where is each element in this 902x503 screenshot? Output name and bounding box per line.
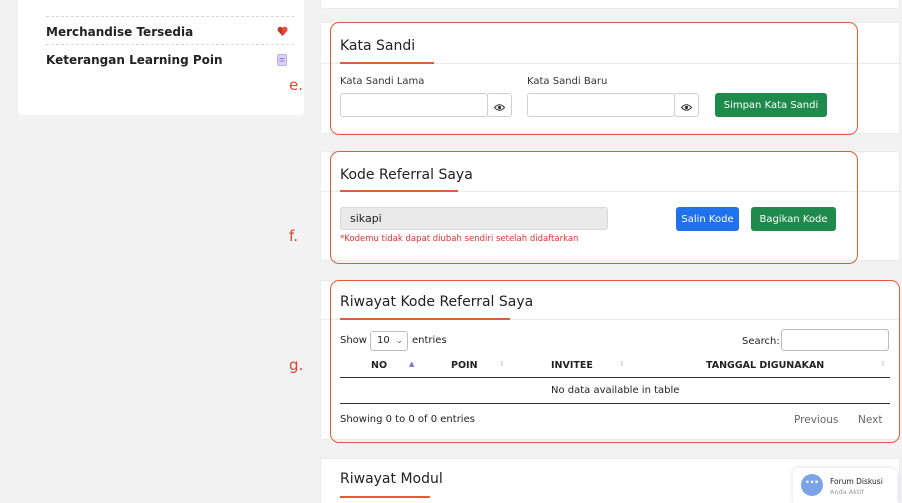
sidebar-card: Merchandise Tersedia Keterangan Learning… [18,0,304,115]
highlight-frame-f [330,151,858,264]
marker-f: f. [289,227,298,245]
divider [46,44,294,45]
sidebar-item-label: Keterangan Learning Poin [46,53,223,67]
chat-title: Forum Diskusi [830,477,883,486]
divider [46,16,294,17]
marker-e: e. [289,76,303,94]
marker-g: g. [289,356,304,374]
heart-gem-icon [277,26,288,40]
forum-chat-widget[interactable]: ··· Forum Diskusi Anda Aktif [793,468,897,503]
card-top-edge [320,0,900,9]
chat-status: Anda Aktif [830,488,864,496]
card-title: Riwayat Modul [340,471,443,487]
sidebar-item-merchandise[interactable]: Merchandise Tersedia [46,25,288,39]
document-icon [277,54,287,69]
title-underline [340,496,430,498]
chat-bubble-icon: ··· [801,474,823,496]
highlight-frame-e [330,22,858,135]
highlight-frame-g [330,280,900,443]
sidebar-item-label: Merchandise Tersedia [46,25,194,39]
sidebar-item-learning-poin[interactable]: Keterangan Learning Poin [46,53,287,67]
